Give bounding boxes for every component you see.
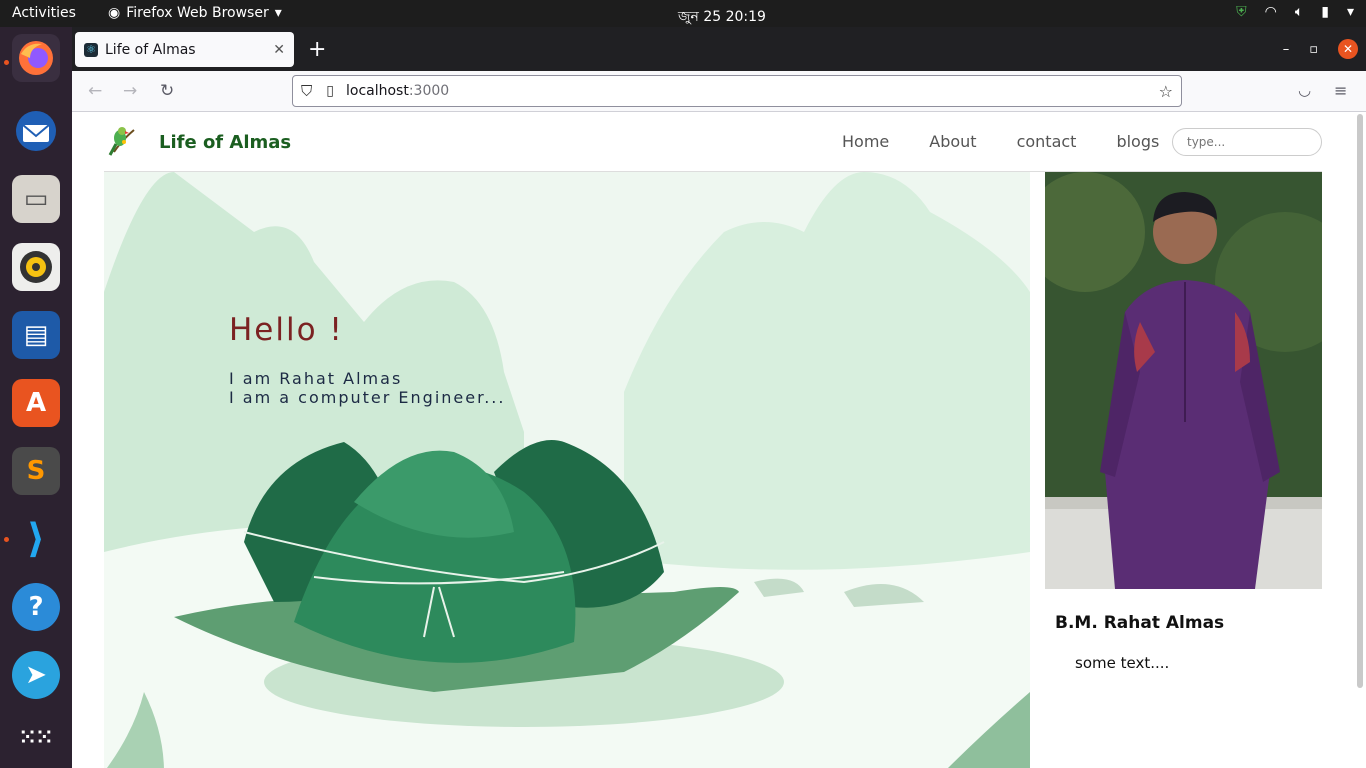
hero-subtitle: I am Rahat Almas I am a computer Enginee… — [229, 369, 505, 407]
menu-icon[interactable]: ≡ — [1334, 81, 1347, 100]
system-top-bar: Activities ◉ Firefox Web Browser ▾ জুন 2… — [0, 0, 1366, 27]
scrollbar[interactable] — [1357, 114, 1363, 688]
tab-strip: ⚛ Life of Almas ✕ + – ▫ ✕ — [72, 27, 1366, 71]
tab-life-of-almas[interactable]: ⚛ Life of Almas ✕ — [75, 32, 294, 67]
nav-contact[interactable]: contact — [1017, 132, 1077, 151]
document-icon: ▤ — [23, 320, 49, 350]
battery-icon: ▮ — [1321, 4, 1329, 20]
close-tab-icon[interactable]: ✕ — [273, 42, 285, 58]
hero-banner: Hello ! I am Rahat Almas I am a computer… — [104, 172, 1030, 768]
bookmark-star-icon[interactable]: ☆ — [1159, 82, 1173, 101]
site-navbar: Life of Almas Home About contact blogs — [104, 112, 1322, 172]
maximize-icon[interactable]: ▫ — [1309, 42, 1318, 57]
caret-down-icon: ▾ — [274, 5, 282, 21]
software-launcher[interactable]: A — [12, 379, 60, 427]
app-menu-label: Firefox Web Browser — [126, 5, 269, 21]
nav-blogs[interactable]: blogs — [1116, 132, 1159, 151]
show-apps-button[interactable]: ⁙⁙ — [12, 713, 60, 761]
thunderbird-icon — [16, 111, 56, 151]
shopping-bag-icon: A — [25, 388, 47, 418]
clock[interactable]: জুন 25 20:19 — [678, 5, 766, 29]
running-indicator — [4, 60, 9, 65]
parrot-logo-icon[interactable] — [104, 122, 140, 158]
hero-illustration — [104, 172, 1030, 768]
firefox-icon: ◉ — [108, 5, 121, 21]
firefox-icon — [19, 41, 53, 75]
shield-icon: ⛨ — [1236, 4, 1247, 20]
paper-plane-icon: ➤ — [25, 660, 47, 690]
window-controls: – ▫ ✕ — [1283, 39, 1358, 59]
search-input[interactable] — [1172, 128, 1322, 156]
minimize-icon[interactable]: – — [1283, 42, 1290, 57]
react-icon: ⚛ — [84, 42, 98, 57]
rhythmbox-launcher[interactable] — [12, 243, 60, 291]
vscode-launcher[interactable]: ⟩ — [12, 515, 60, 563]
forward-icon[interactable]: → — [123, 81, 137, 101]
telegram-launcher[interactable]: ➤ — [12, 651, 60, 699]
new-tab-button[interactable]: + — [308, 37, 326, 62]
files-launcher[interactable]: ▭ — [12, 175, 60, 223]
caret-down-icon: ▾ — [1346, 4, 1354, 20]
firefox-launcher[interactable] — [12, 34, 60, 82]
web-page: Life of Almas Home About contact blogs t… — [72, 112, 1366, 768]
system-tray[interactable]: ⛨ ◠ 🔈︎ ▮ ▾ — [1236, 4, 1354, 20]
shield-icon[interactable]: ⛉ — [301, 82, 312, 100]
dock: ▭ ▤ A S ⟩ ? ➤ ⁙⁙ — [0, 27, 72, 768]
sublime-icon: S — [26, 456, 46, 486]
profile-text: some text.... — [1075, 654, 1170, 672]
folder-icon: ▭ — [23, 184, 49, 214]
vscode-icon: ⟩ — [26, 516, 46, 562]
sublime-launcher[interactable]: S — [12, 447, 60, 495]
running-indicator — [4, 537, 9, 542]
nav-about[interactable]: About — [929, 132, 976, 151]
help-icon: ? — [28, 592, 44, 622]
back-icon[interactable]: ← — [88, 81, 102, 101]
firefox-window: ⚛ Life of Almas ✕ + – ▫ ✕ ← → ↻ ⛉ ▯ loca… — [72, 27, 1366, 768]
activities-button[interactable]: Activities — [12, 5, 76, 21]
hero-greeting: Hello ! — [229, 312, 344, 348]
hero-line-1: I am Rahat Almas — [229, 369, 403, 388]
reload-icon[interactable]: ↻ — [160, 81, 174, 101]
site-brand[interactable]: Life of Almas — [159, 132, 291, 153]
nav-home[interactable]: Home — [842, 132, 889, 151]
profile-photo — [1045, 172, 1322, 589]
tab-title: Life of Almas — [105, 41, 196, 58]
wifi-icon: ◠ — [1264, 4, 1277, 20]
app-menu[interactable]: ◉ Firefox Web Browser ▾ — [108, 5, 282, 21]
pocket-icon[interactable]: ◡ — [1298, 81, 1311, 99]
address-bar[interactable]: ⛉ ▯ localhost:3000 ☆ — [292, 75, 1182, 107]
profile-card: B.M. Rahat Almas some text.... — [1045, 172, 1322, 672]
writer-launcher[interactable]: ▤ — [12, 311, 60, 359]
site-menu: Home About contact blogs — [842, 132, 1159, 151]
help-launcher[interactable]: ? — [12, 583, 60, 631]
url-text: localhost:3000 — [345, 83, 450, 99]
navigation-toolbar: ← → ↻ ⛉ ▯ localhost:3000 ☆ ◡ ≡ — [72, 71, 1366, 112]
volume-icon: 🔈︎ — [1294, 4, 1304, 20]
page-icon: ▯ — [326, 83, 334, 99]
hero-line-2: I am a computer Engineer... — [229, 388, 506, 407]
speaker-icon — [20, 251, 52, 283]
grid-icon: ⁙⁙ — [19, 725, 53, 749]
close-window-icon[interactable]: ✕ — [1338, 39, 1358, 59]
profile-name: B.M. Rahat Almas — [1055, 613, 1225, 633]
thunderbird-launcher[interactable] — [12, 107, 60, 155]
